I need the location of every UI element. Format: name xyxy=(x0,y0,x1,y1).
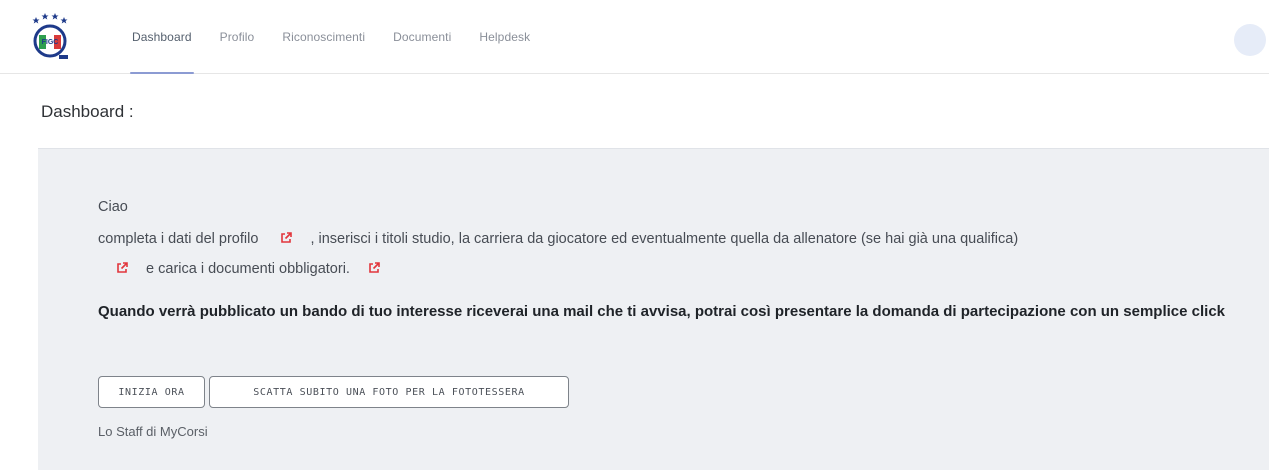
signature-text: Lo Staff di MyCorsi xyxy=(98,424,208,439)
greeting-text: Ciao xyxy=(98,199,128,215)
notice-text: Quando verrà pubblicato un bando di tuo … xyxy=(98,303,1225,320)
instructions-text-c: e carica i documenti obbligatori. xyxy=(146,261,350,277)
figc-logo[interactable]: FIGC xyxy=(30,10,70,64)
external-link-icon[interactable] xyxy=(368,262,380,274)
external-link-icon[interactable] xyxy=(116,262,128,274)
nav-item-dashboard[interactable]: Dashboard xyxy=(118,0,206,74)
instructions-text-b: , inserisci i titoli studio, la carriera… xyxy=(310,231,1019,247)
instructions-line-2: e carica i documenti obbligatori. xyxy=(98,261,380,277)
nav-item-helpdesk[interactable]: Helpdesk xyxy=(465,0,544,74)
page-title: Dashboard : xyxy=(41,102,134,121)
nav-item-profilo[interactable]: Profilo xyxy=(206,0,269,74)
nav-item-documenti[interactable]: Documenti xyxy=(379,0,465,74)
top-navbar: FIGC Dashboard Profilo Riconoscimenti Do… xyxy=(0,0,1269,74)
user-avatar[interactable] xyxy=(1234,24,1266,56)
welcome-panel: Ciao completa i dati del profilo , inser… xyxy=(38,148,1269,470)
logo-text: FIGC xyxy=(42,39,59,46)
main-nav: Dashboard Profilo Riconoscimenti Documen… xyxy=(118,0,544,74)
take-photo-button[interactable]: SCATTA SUBITO UNA FOTO PER LA FOTOTESSER… xyxy=(209,376,569,408)
start-now-button[interactable]: INIZIA ORA xyxy=(98,376,205,408)
nav-item-riconoscimenti[interactable]: Riconoscimenti xyxy=(268,0,379,74)
instructions-text-a: completa i dati del profilo xyxy=(98,231,259,247)
external-link-icon[interactable] xyxy=(280,232,293,244)
instructions-line-1: completa i dati del profilo , inserisci … xyxy=(98,231,1018,247)
